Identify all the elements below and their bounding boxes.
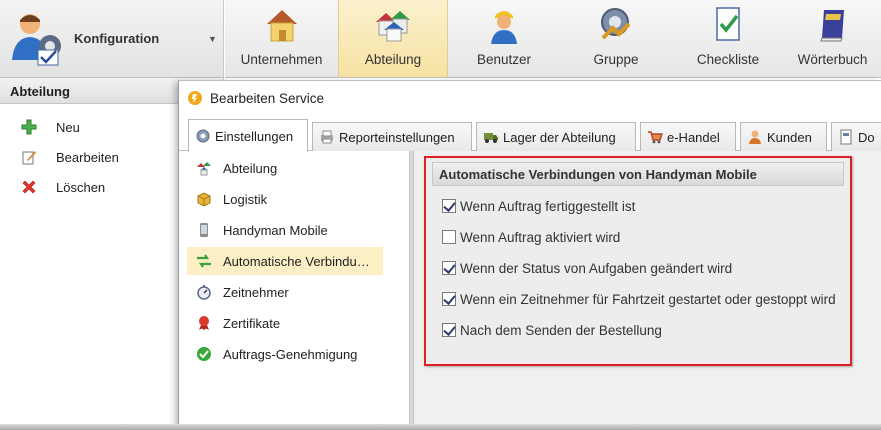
tab-einstellungen[interactable]: Einstellungen bbox=[188, 119, 308, 152]
configuration-label: Konfiguration bbox=[74, 31, 160, 46]
option-auftrag-fertiggestellt[interactable]: Wenn Auftrag fertiggestellt ist bbox=[442, 196, 635, 216]
edit-service-dialog: Bearbeiten Service Einstellungen Reporte… bbox=[178, 80, 881, 430]
gear-icon bbox=[195, 128, 211, 144]
checklist-icon bbox=[716, 7, 740, 41]
dictionary-icon bbox=[819, 10, 844, 42]
document-icon bbox=[838, 129, 854, 145]
auto-connections-group: Automatische Verbindungen von Handyman M… bbox=[424, 156, 852, 366]
chevron-down-icon[interactable]: ▼ bbox=[208, 34, 217, 44]
ribbon-toolbar: Unternehmen Abteilung Benutzer Gruppe Ch… bbox=[225, 0, 881, 78]
configuration-menu[interactable]: Konfiguration ▼ bbox=[0, 0, 224, 78]
ribbon-button-woerterbuch[interactable]: Wörterbuch bbox=[784, 0, 881, 77]
edit-icon bbox=[20, 148, 38, 166]
ribbon-button-abteilung[interactable]: Abteilung bbox=[338, 0, 448, 77]
box-icon bbox=[195, 190, 213, 208]
company-house-icon bbox=[266, 10, 297, 42]
option-status-aufgaben[interactable]: Wenn der Status von Aufgaben geändert wi… bbox=[442, 258, 732, 278]
dialog-tabs: Einstellungen Reporteinstellungen Lager … bbox=[179, 115, 881, 152]
nav-item-logistik[interactable]: Logistik bbox=[187, 185, 383, 213]
ribbon-button-unternehmen[interactable]: Unternehmen bbox=[225, 0, 338, 77]
edit-button[interactable]: Bearbeiten bbox=[20, 146, 119, 168]
option-auftrag-aktiviert[interactable]: Wenn Auftrag aktiviert wird bbox=[442, 227, 620, 247]
checkbox[interactable] bbox=[442, 292, 456, 306]
mobile-icon bbox=[195, 221, 213, 239]
ribbon-button-gruppe[interactable]: Gruppe bbox=[560, 0, 672, 77]
checkbox[interactable] bbox=[442, 261, 456, 275]
plus-icon bbox=[20, 118, 38, 136]
nav-item-zeitnehmer[interactable]: Zeitnehmer bbox=[187, 278, 383, 306]
nav-item-auftrags-genehmigung[interactable]: Auftrags-Genehmigung bbox=[187, 340, 383, 368]
nav-item-zertifikate[interactable]: Zertifikate bbox=[187, 309, 383, 337]
ribbon-button-benutzer[interactable]: Benutzer bbox=[448, 0, 560, 77]
check-circle-icon bbox=[195, 345, 213, 363]
tab-lager-der-abteilung[interactable]: Lager der Abteilung bbox=[476, 122, 636, 151]
tab-reporteinstellungen[interactable]: Reporteinstellungen bbox=[312, 122, 472, 151]
cart-icon bbox=[647, 129, 663, 145]
app-logo-icon bbox=[188, 91, 202, 105]
option-senden-bestellung[interactable]: Nach dem Senden der Bestellung bbox=[442, 320, 662, 340]
customer-icon bbox=[747, 129, 763, 145]
dialog-title: Bearbeiten Service bbox=[210, 91, 325, 106]
department-houses-icon bbox=[376, 11, 410, 42]
settings-nav-list: Abteilung Logistik Handyman Mobile Autom… bbox=[179, 151, 409, 430]
group-title: Automatische Verbindungen von Handyman M… bbox=[432, 162, 844, 186]
option-zeitnehmer-fahrtzeit[interactable]: Wenn ein Zeitnehmer für Fahrtzeit gestar… bbox=[442, 289, 836, 309]
sync-arrows-icon bbox=[195, 252, 213, 270]
delete-button[interactable]: Löschen bbox=[20, 176, 105, 198]
configuration-user-icon bbox=[12, 14, 61, 66]
checkbox[interactable] bbox=[442, 230, 456, 244]
nav-item-handyman-mobile[interactable]: Handyman Mobile bbox=[187, 216, 383, 244]
tab-do[interactable]: Do bbox=[831, 122, 881, 151]
tab-kunden[interactable]: Kunden bbox=[740, 122, 827, 151]
checkbox[interactable] bbox=[442, 323, 456, 337]
window-bottom-edge bbox=[0, 424, 881, 430]
user-worker-icon bbox=[491, 11, 517, 44]
dialog-body: Abteilung Logistik Handyman Mobile Autom… bbox=[179, 151, 881, 430]
group-icon bbox=[601, 8, 631, 40]
tab-e-handel[interactable]: e-Handel bbox=[640, 122, 736, 151]
ribbon-award-icon bbox=[195, 314, 213, 332]
truck-icon bbox=[483, 129, 499, 145]
dialog-titlebar: Bearbeiten Service bbox=[179, 81, 881, 115]
delete-icon bbox=[20, 178, 38, 196]
checkbox[interactable] bbox=[442, 199, 456, 213]
printer-icon bbox=[319, 129, 335, 145]
stopwatch-icon bbox=[195, 283, 213, 301]
nav-item-abteilung[interactable]: Abteilung bbox=[187, 154, 383, 182]
settings-content: Automatische Verbindungen von Handyman M… bbox=[414, 151, 881, 430]
ribbon-button-checkliste[interactable]: Checkliste bbox=[672, 0, 784, 77]
nav-item-automatische-verbindungen[interactable]: Automatische Verbindu… bbox=[187, 247, 383, 275]
department-icon bbox=[195, 159, 213, 177]
new-button[interactable]: Neu bbox=[20, 116, 80, 138]
